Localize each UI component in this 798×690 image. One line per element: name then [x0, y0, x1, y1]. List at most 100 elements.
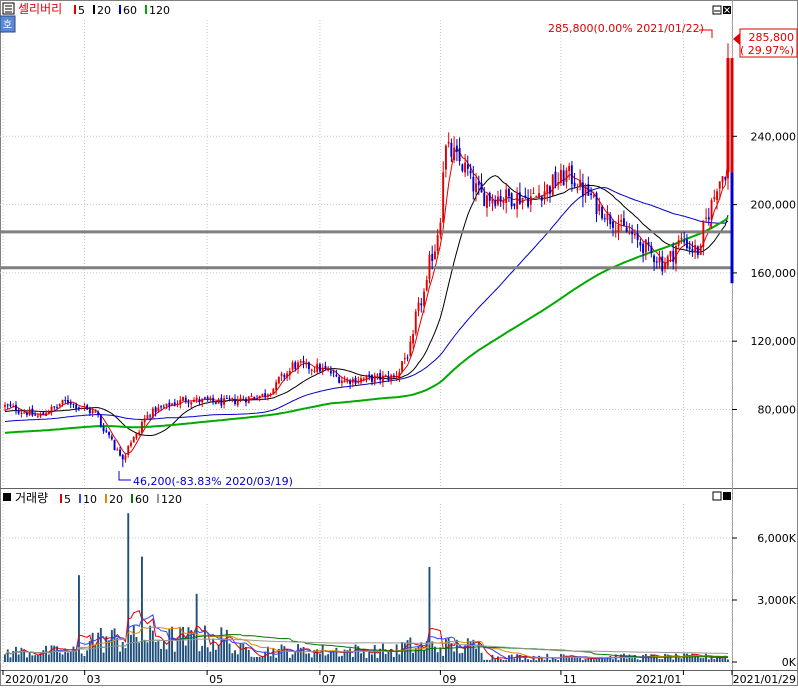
candle-body[interactable] — [99, 415, 102, 427]
volume-bar[interactable] — [45, 645, 47, 662]
candle-body[interactable] — [324, 365, 327, 369]
candle-body[interactable] — [182, 397, 184, 401]
candle-body[interactable] — [149, 415, 152, 417]
candle-body[interactable] — [313, 370, 316, 372]
candle-body[interactable] — [601, 206, 603, 219]
volume-bar[interactable] — [488, 659, 491, 662]
candle-body[interactable] — [360, 378, 362, 383]
candle-body[interactable] — [529, 196, 532, 205]
candle-body[interactable] — [631, 231, 634, 235]
volume-bar[interactable] — [141, 556, 143, 662]
candle-body[interactable] — [212, 397, 215, 402]
candle-body[interactable] — [228, 398, 231, 400]
candle-body[interactable] — [121, 454, 124, 460]
candle-body[interactable] — [80, 407, 83, 409]
candle-body[interactable] — [428, 255, 431, 280]
volume-bar[interactable] — [403, 643, 406, 662]
volume-bar[interactable] — [239, 643, 242, 662]
candle-body[interactable] — [220, 397, 223, 406]
candle-body[interactable] — [110, 436, 113, 440]
candle-body[interactable] — [102, 426, 105, 432]
volume-bar[interactable] — [639, 660, 642, 662]
volume-bar[interactable] — [423, 650, 425, 662]
candle-body[interactable] — [439, 222, 442, 235]
candle-body[interactable] — [461, 164, 464, 171]
candle-body[interactable] — [351, 379, 354, 383]
volume-bar[interactable] — [570, 657, 573, 662]
candle-body[interactable] — [666, 256, 669, 266]
volume-bar[interactable] — [382, 643, 384, 662]
price-panel[interactable] — [0, 43, 734, 468]
volume-bar[interactable] — [20, 647, 23, 662]
candle-body[interactable] — [472, 176, 475, 192]
candle-body[interactable] — [532, 193, 535, 194]
volume-bar[interactable] — [9, 657, 12, 662]
volume-bar[interactable] — [727, 659, 729, 663]
volume-menu-icon[interactable] — [3, 493, 11, 501]
candle-body[interactable] — [316, 363, 319, 372]
candle-body[interactable] — [579, 179, 582, 187]
volume-bar[interactable] — [75, 651, 78, 663]
candle-body[interactable] — [434, 251, 436, 260]
volume-bar[interactable] — [160, 648, 162, 662]
candle-body[interactable] — [291, 362, 294, 370]
volume-bar[interactable] — [521, 659, 524, 662]
candle-body[interactable] — [86, 405, 89, 410]
candle-body[interactable] — [15, 404, 17, 411]
volume-bar[interactable] — [497, 656, 499, 663]
volume-bar[interactable] — [220, 627, 223, 662]
candle-body[interactable] — [195, 397, 198, 401]
volume-bar[interactable] — [321, 644, 324, 662]
volume-bar[interactable] — [319, 653, 321, 662]
candle-body[interactable] — [453, 147, 456, 160]
candle-body[interactable] — [699, 245, 702, 255]
candle-body[interactable] — [141, 421, 143, 433]
candle-body[interactable] — [475, 183, 477, 192]
candle-body[interactable] — [256, 399, 258, 400]
candle-body[interactable] — [557, 182, 560, 185]
candle-body[interactable] — [36, 415, 39, 417]
candle-body[interactable] — [335, 374, 338, 377]
candle-body[interactable] — [423, 291, 425, 306]
candle-body[interactable] — [464, 162, 466, 173]
candle-body[interactable] — [294, 362, 297, 369]
volume-bar[interactable] — [672, 659, 675, 662]
candle-body[interactable] — [576, 188, 579, 190]
candle-body[interactable] — [502, 200, 505, 204]
volume-bar[interactable] — [543, 659, 546, 662]
volume-bar[interactable] — [655, 657, 658, 662]
candle-body[interactable] — [23, 412, 26, 414]
candle-body[interactable] — [595, 192, 598, 214]
candle-body[interactable] — [204, 397, 206, 399]
volume-bar[interactable] — [272, 648, 275, 662]
volume-panel[interactable] — [4, 513, 729, 662]
volume-bar[interactable] — [258, 656, 261, 662]
candle-body[interactable] — [69, 402, 72, 405]
candle-body[interactable] — [332, 372, 335, 374]
candle-body[interactable] — [283, 375, 286, 378]
candle-body[interactable] — [581, 182, 584, 197]
volume-bar[interactable] — [113, 628, 116, 662]
candle-body[interactable] — [543, 191, 546, 200]
candle-body[interactable] — [458, 148, 461, 162]
candle-body[interactable] — [264, 393, 267, 397]
volume-bar[interactable] — [499, 659, 502, 662]
candle-body[interactable] — [587, 184, 590, 196]
volume-bar[interactable] — [683, 653, 686, 663]
candle-body[interactable] — [97, 411, 100, 415]
candle-body[interactable] — [565, 170, 568, 182]
volume-bar[interactable] — [242, 644, 245, 662]
volume-bar[interactable] — [680, 658, 683, 662]
candle-body[interactable] — [371, 374, 373, 382]
candle-body[interactable] — [390, 375, 393, 382]
volume-bar[interactable] — [513, 658, 516, 662]
volume-bar[interactable] — [116, 637, 119, 662]
volume-bar[interactable] — [132, 625, 135, 662]
volume-bar[interactable] — [557, 660, 560, 662]
volume-bar[interactable] — [294, 651, 297, 662]
volume-bar[interactable] — [162, 641, 165, 662]
candle-body[interactable] — [127, 446, 130, 455]
volume-bar[interactable] — [250, 656, 253, 662]
candle-body[interactable] — [590, 193, 592, 196]
candle-body[interactable] — [535, 195, 538, 197]
